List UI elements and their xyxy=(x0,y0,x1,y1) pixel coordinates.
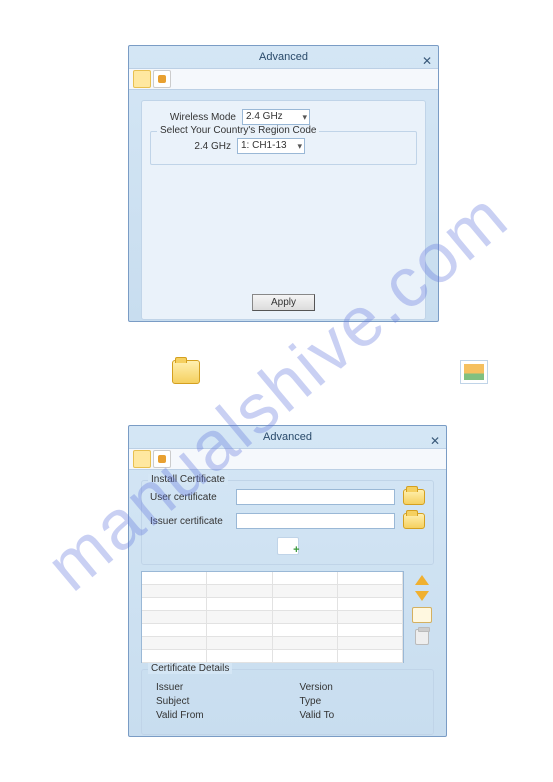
add-cert-icon[interactable] xyxy=(277,537,299,555)
valid-to-label: Valid To xyxy=(300,710,420,721)
valid-from-label: Valid From xyxy=(156,710,276,721)
issuer-label: Issuer xyxy=(156,682,276,693)
wireless-mode-label: Wireless Mode xyxy=(150,112,242,123)
user-cert-input[interactable] xyxy=(236,489,395,505)
folder-icon xyxy=(172,360,200,384)
region-fieldset: Select Your Country's Region Code 2.4 GH… xyxy=(150,131,417,165)
subject-label: Subject xyxy=(156,696,276,707)
apply-row: Apply xyxy=(142,294,425,311)
advanced-window-1: Advanced ✕ Wireless Mode 2.4 GHz Select … xyxy=(128,45,439,322)
certificate-icon[interactable] xyxy=(153,70,171,88)
wireless-mode-row: Wireless Mode 2.4 GHz xyxy=(150,109,417,125)
cert-table-wrap xyxy=(141,571,434,663)
settings-icon[interactable] xyxy=(133,450,151,468)
titlebar-2: Advanced ✕ xyxy=(129,426,446,448)
panel-body-2: Install Certificate User certificate Iss… xyxy=(141,480,434,735)
apply-button[interactable]: Apply xyxy=(252,294,315,311)
advanced-window-2: Advanced ✕ Install Certificate User cert… xyxy=(128,425,447,737)
details-col-left: Issuer Subject Valid From xyxy=(156,682,276,724)
cert-details-fieldset: Certificate Details Issuer Subject Valid… xyxy=(141,669,434,735)
version-label: Version xyxy=(300,682,420,693)
window-title: Advanced xyxy=(259,51,308,63)
band-24-select[interactable]: 1: CH1-13 xyxy=(237,138,305,154)
user-cert-row: User certificate xyxy=(150,489,425,505)
wireless-mode-select[interactable]: 2.4 GHz xyxy=(242,109,310,125)
close-icon[interactable]: ✕ xyxy=(430,430,440,452)
details-grid: Issuer Subject Valid From Version Type V… xyxy=(150,678,425,728)
grid-side-buttons xyxy=(410,571,434,663)
image-add-icon xyxy=(460,360,488,384)
details-legend: Certificate Details xyxy=(148,663,232,674)
install-legend: Install Certificate xyxy=(148,474,228,485)
move-down-icon[interactable] xyxy=(415,591,429,601)
browse-issuer-cert-button[interactable] xyxy=(403,513,425,529)
issuer-cert-row: Issuer certificate xyxy=(150,513,425,529)
delete-icon[interactable] xyxy=(415,629,429,645)
type-label: Type xyxy=(300,696,420,707)
issuer-cert-input[interactable] xyxy=(236,513,395,529)
install-cert-fieldset: Install Certificate User certificate Iss… xyxy=(141,480,434,565)
region-legend: Select Your Country's Region Code xyxy=(157,125,319,136)
export-cert-icon[interactable] xyxy=(412,607,432,623)
close-icon[interactable]: ✕ xyxy=(422,50,432,72)
move-up-icon[interactable] xyxy=(415,575,429,585)
cert-list-grid[interactable] xyxy=(141,571,404,663)
panel-body-1: Wireless Mode 2.4 GHz Select Your Countr… xyxy=(141,100,426,320)
details-col-right: Version Type Valid To xyxy=(300,682,420,724)
toolbar-2 xyxy=(129,448,446,470)
settings-icon[interactable] xyxy=(133,70,151,88)
issuer-cert-label: Issuer certificate xyxy=(150,516,236,527)
certificate-icon[interactable] xyxy=(153,450,171,468)
band-24-label: 2.4 GHz xyxy=(157,141,237,152)
window-title: Advanced xyxy=(263,431,312,443)
titlebar-1: Advanced ✕ xyxy=(129,46,438,68)
region-24-row: 2.4 GHz 1: CH1-13 xyxy=(157,138,410,154)
browse-user-cert-button[interactable] xyxy=(403,489,425,505)
add-cert-row xyxy=(150,537,425,558)
toolbar-1 xyxy=(129,68,438,90)
user-cert-label: User certificate xyxy=(150,492,236,503)
